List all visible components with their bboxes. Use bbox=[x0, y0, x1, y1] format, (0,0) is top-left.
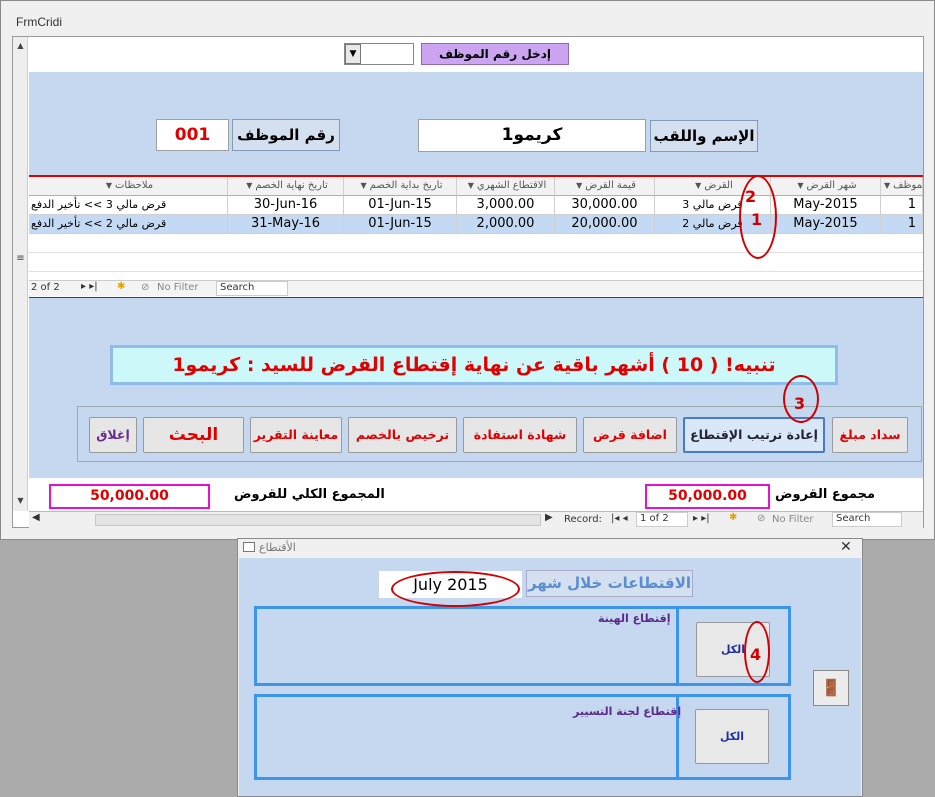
exit-door-icon: 🚪 bbox=[821, 678, 841, 697]
col-header-employee[interactable]: ▼رقم الموظف bbox=[881, 177, 923, 196]
cell-amount[interactable]: 20,000.00 bbox=[555, 215, 655, 234]
total-loans-field: 50,000.00 bbox=[49, 484, 210, 509]
annotation-ring bbox=[391, 571, 520, 607]
cell-monthly[interactable]: 2,000.00 bbox=[457, 215, 555, 234]
annotation-number: 4 bbox=[750, 645, 762, 664]
cell-start-date[interactable]: 01-Jun-15 bbox=[344, 196, 457, 215]
horizontal-scrollbar[interactable] bbox=[95, 514, 541, 526]
table-row[interactable]: قرض مالي 3 >> تأخير الدفع 30-Jun-16 01-J… bbox=[29, 196, 923, 215]
scroll-right-icon[interactable]: ▶ bbox=[545, 512, 553, 523]
filter-label[interactable]: No Filter bbox=[772, 514, 814, 525]
empty-row bbox=[29, 253, 923, 272]
cell-end-date[interactable]: 31-May-16 bbox=[228, 215, 344, 234]
col-header-end-date[interactable]: ▼ تاريخ نهاية الخصم bbox=[228, 177, 344, 196]
new-record-icon[interactable]: ✱ bbox=[117, 281, 125, 292]
benefit-certificate-button[interactable]: شهادة استفادة bbox=[463, 417, 577, 453]
annotation-number: 2 bbox=[745, 187, 757, 206]
group-committee-title: إقتطاع لجنة التسيير bbox=[573, 705, 682, 718]
scroll-up-icon[interactable]: ▲ bbox=[15, 40, 26, 51]
record-label: Record: bbox=[564, 514, 602, 525]
name-label: الإسم واللقب bbox=[650, 120, 758, 152]
table-row[interactable]: قرض مالي 2 >> تأخير الدفع 31-May-16 01-J… bbox=[29, 215, 923, 234]
record-number-field[interactable]: 1 of 2 bbox=[636, 512, 688, 527]
warning-banner: تنبيه! ( 10 ) أشهر باقية عن نهاية إقتطاع… bbox=[110, 345, 838, 385]
cell-notes[interactable]: قرض مالي 2 >> تأخير الدفع bbox=[29, 215, 228, 234]
cell-employee[interactable]: 1 bbox=[881, 215, 923, 234]
subform-search-input[interactable]: Search bbox=[216, 281, 288, 296]
col-header-notes[interactable]: ▼ ملاحظات bbox=[29, 177, 228, 196]
close-button[interactable]: إغلاق bbox=[89, 417, 137, 453]
col-header-amount[interactable]: ▼ قيمة القرض bbox=[555, 177, 655, 196]
all-committee-button[interactable]: الكل bbox=[695, 709, 769, 764]
vertical-scrollbar[interactable]: ▲ ≡ ▼ bbox=[13, 37, 28, 511]
filter-icon[interactable]: ⊘ bbox=[141, 282, 149, 293]
loans-sum-field: 50,000.00 bbox=[645, 484, 770, 509]
grip-icon: ≡ bbox=[16, 253, 25, 264]
exit-button[interactable]: 🚪 bbox=[813, 670, 849, 706]
close-icon[interactable]: ✕ bbox=[840, 539, 852, 555]
col-header-start-date[interactable]: ▼ تاريخ بداية الخصم bbox=[344, 177, 457, 196]
report-preview-button[interactable]: معاينة التقرير bbox=[250, 417, 342, 453]
employee-number-field[interactable]: 001 bbox=[156, 119, 229, 151]
group-divider bbox=[676, 608, 679, 684]
record-navigation: ◀ ▶ Record: |◂ ◂ 1 of 2 ▸ ▸| ✱ ⊘ No Filt… bbox=[29, 511, 923, 528]
deduction-authorization-button[interactable]: ترخيص بالخصم bbox=[348, 417, 457, 453]
subform-navigation: 2 of 2 ▸ ▸| ✱ ⊘ No Filter Search bbox=[29, 280, 923, 296]
scroll-down-icon[interactable]: ▼ bbox=[15, 495, 26, 506]
employee-search-label: إدخل رقم الموظف bbox=[421, 43, 569, 65]
cell-loan-month[interactable]: May-2015 bbox=[771, 196, 881, 215]
month-label: الاقتطاعات خلال شهر bbox=[526, 570, 693, 597]
cell-amount[interactable]: 30,000.00 bbox=[555, 196, 655, 215]
last-record-icon[interactable]: ▸ ▸| bbox=[693, 513, 710, 524]
group-staff-title: إقتطاع الهينة bbox=[598, 612, 671, 625]
new-record-icon[interactable]: ✱ bbox=[729, 512, 737, 523]
total-loans-label: المجموع الكلي للقروض bbox=[234, 487, 385, 502]
search-input[interactable]: Search bbox=[832, 512, 902, 527]
cell-start-date[interactable]: 01-Jun-15 bbox=[344, 215, 457, 234]
add-loan-button[interactable]: اضافة قرض bbox=[583, 417, 677, 453]
name-field[interactable]: كريمو1 bbox=[418, 119, 646, 152]
loans-datasheet[interactable]: ▼ ملاحظات ▼ تاريخ نهاية الخصم ▼ تاريخ بداية… bbox=[29, 177, 923, 277]
grid-header-row: ▼ ملاحظات ▼ تاريخ نهاية الخصم ▼ تاريخ بداية… bbox=[29, 177, 923, 196]
loans-sum-label: مجموع القروض bbox=[775, 487, 876, 502]
search-button[interactable]: البحث bbox=[143, 417, 244, 453]
pay-amount-button[interactable]: سداد مبلغ bbox=[832, 417, 908, 453]
cell-end-date[interactable]: 30-Jun-16 bbox=[228, 196, 344, 215]
annotation-number: 3 bbox=[794, 394, 806, 413]
subform-record-count[interactable]: 2 of 2 bbox=[31, 282, 60, 293]
col-header-loan-month[interactable]: ▼ شهر القرض bbox=[771, 177, 881, 196]
employee-number-label: رقم الموظف bbox=[232, 119, 340, 151]
cell-monthly[interactable]: 3,000.00 bbox=[457, 196, 555, 215]
filter-icon[interactable]: ⊘ bbox=[757, 513, 765, 524]
empty-row bbox=[29, 234, 923, 253]
col-header-monthly[interactable]: ▼ الاقتطاع الشهري bbox=[457, 177, 555, 196]
annotation-number: 1 bbox=[751, 210, 763, 229]
chevron-down-icon[interactable]: ▼ bbox=[345, 44, 361, 64]
window-title: FrmCridi bbox=[16, 15, 62, 29]
scroll-left-icon[interactable]: ◀ bbox=[32, 512, 40, 523]
next-record-icon[interactable]: ▸ ▸| bbox=[81, 281, 98, 292]
first-record-icon[interactable]: |◂ ◂ bbox=[611, 513, 628, 524]
form-icon bbox=[243, 542, 255, 552]
subform-filter-label[interactable]: No Filter bbox=[157, 282, 199, 293]
cell-notes[interactable]: قرض مالي 3 >> تأخير الدفع bbox=[29, 196, 228, 215]
dialog-title: الأقتطاع bbox=[259, 541, 296, 554]
cell-employee[interactable]: 1 bbox=[881, 196, 923, 215]
cell-loan-month[interactable]: May-2015 bbox=[771, 215, 881, 234]
